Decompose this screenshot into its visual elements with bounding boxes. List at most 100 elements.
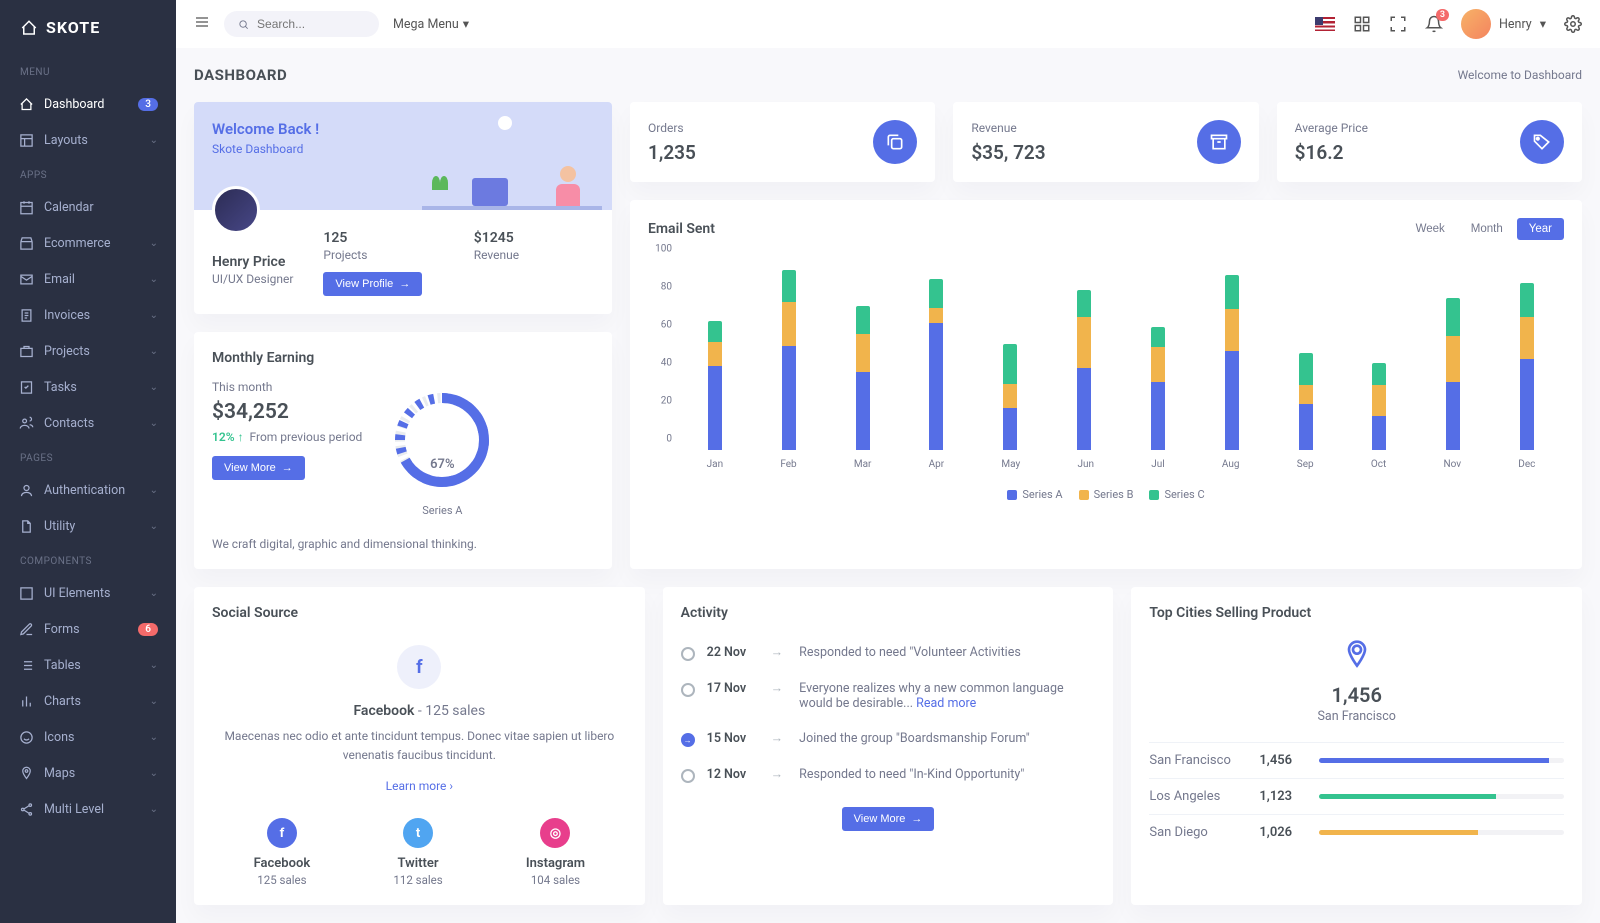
brand-text: SKOTE — [46, 18, 100, 37]
grid-apps-icon[interactable] — [1353, 15, 1371, 33]
sidebar-item-tables[interactable]: Tables⌄ — [0, 647, 176, 683]
timeline-dot-icon — [681, 683, 695, 697]
search-input[interactable] — [257, 17, 365, 31]
bar-segment — [929, 323, 943, 450]
bar-dec[interactable] — [1520, 283, 1534, 450]
box-icon — [18, 585, 34, 601]
share-icon — [18, 801, 34, 817]
arrow-right-icon: → — [911, 813, 922, 825]
home-icon — [18, 96, 34, 112]
chart-y-tick: 80 — [661, 282, 672, 293]
view-more-earning-button[interactable]: View More → — [212, 456, 305, 480]
bar-segment — [1151, 382, 1165, 450]
sidebar-item-invoices[interactable]: Invoices⌄ — [0, 297, 176, 333]
copy-icon — [873, 120, 917, 164]
twitter-icon: t — [403, 818, 433, 848]
view-more-activity-button[interactable]: View More → — [842, 807, 935, 831]
stat-card-revenue: Revenue$35, 723 — [953, 102, 1258, 182]
learn-more-link[interactable]: Learn more › — [386, 779, 453, 793]
notification-bell-icon[interactable]: 3 — [1425, 15, 1443, 33]
sidebar-item-icons[interactable]: Icons⌄ — [0, 719, 176, 755]
legend-swatch — [1149, 490, 1159, 500]
bar-segment — [1299, 353, 1313, 385]
sidebar-item-utility[interactable]: Utility⌄ — [0, 508, 176, 544]
sidebar-item-maps[interactable]: Maps⌄ — [0, 755, 176, 791]
sidebar-item-email[interactable]: Email⌄ — [0, 261, 176, 297]
bar-mar[interactable] — [856, 306, 870, 450]
bar-segment — [1225, 351, 1239, 450]
bar-oct[interactable] — [1372, 363, 1386, 450]
menu-toggle-icon[interactable] — [194, 14, 210, 34]
chart-x-tick: Sep — [1297, 459, 1314, 470]
layout-icon — [18, 132, 34, 148]
top-header: Mega Menu ▾ 3 Henry ▾ — [176, 0, 1600, 48]
pin-icon — [18, 765, 34, 781]
city-value: 1,026 — [1259, 825, 1319, 840]
sidebar-item-label: Ecommerce — [44, 236, 111, 251]
sidebar-item-authentication[interactable]: Authentication⌄ — [0, 472, 176, 508]
bar-nov[interactable] — [1446, 298, 1460, 450]
timeline-dot-icon — [681, 769, 695, 783]
sidebar-item-ui-elements[interactable]: UI Elements⌄ — [0, 575, 176, 611]
instagram-icon: ◎ — [540, 818, 570, 848]
activity-date: 12 Nov — [707, 767, 755, 782]
legend-item[interactable]: Series B — [1079, 488, 1134, 501]
email-bar-chart[interactable]: 020406080100 JanFebMarAprMayJunJulAugSep… — [648, 260, 1564, 480]
bar-jan[interactable] — [708, 321, 722, 450]
bar-jun[interactable] — [1077, 290, 1091, 450]
sidebar-item-forms[interactable]: Forms6 — [0, 611, 176, 647]
sidebar-item-projects[interactable]: Projects⌄ — [0, 333, 176, 369]
bar-segment — [1077, 317, 1091, 368]
bar-aug[interactable] — [1225, 275, 1239, 450]
task-icon — [18, 379, 34, 395]
legend-item[interactable]: Series A — [1007, 488, 1062, 501]
sidebar-item-label: Tasks — [44, 380, 77, 395]
mega-menu-dropdown[interactable]: Mega Menu ▾ — [393, 16, 469, 32]
brand-logo[interactable]: SKOTE — [0, 0, 176, 55]
sidebar-item-calendar[interactable]: Calendar — [0, 189, 176, 225]
bar-jul[interactable] — [1151, 327, 1165, 450]
social-mini-facebook[interactable]: fFacebook125 sales — [254, 818, 311, 887]
radial-series-label: Series A — [382, 504, 502, 517]
chart-x-tick: May — [1001, 459, 1020, 470]
activity-text: Joined the group "Boardsmanship Forum" — [799, 731, 1095, 746]
sidebar-item-contacts[interactable]: Contacts⌄ — [0, 405, 176, 441]
bar-segment — [1446, 382, 1460, 450]
chart-x-tick: Jul — [1151, 459, 1164, 470]
bar-segment — [856, 372, 870, 450]
top-city-name: San Francisco — [1149, 709, 1564, 724]
welcome-illustration — [422, 110, 602, 210]
sidebar-item-charts[interactable]: Charts⌄ — [0, 683, 176, 719]
language-flag-icon[interactable] — [1315, 17, 1335, 31]
time-toggle-week[interactable]: Week — [1404, 218, 1457, 240]
social-mini-twitter[interactable]: tTwitter112 sales — [393, 818, 442, 887]
stat-label: Orders — [648, 121, 696, 135]
search-icon — [238, 18, 249, 31]
bar-sep[interactable] — [1299, 353, 1313, 450]
time-toggle-year[interactable]: Year — [1517, 218, 1564, 240]
view-profile-button[interactable]: View Profile → — [323, 272, 422, 296]
social-mini-instagram[interactable]: ◎Instagram104 sales — [526, 818, 585, 887]
bar-apr[interactable] — [929, 279, 943, 450]
bar-may[interactable] — [1003, 344, 1017, 450]
settings-gear-icon[interactable] — [1564, 15, 1582, 33]
sidebar-item-multi-level[interactable]: Multi Level⌄ — [0, 791, 176, 827]
social-main-sales: 125 sales — [425, 703, 485, 719]
sidebar-item-layouts[interactable]: Layouts⌄ — [0, 122, 176, 158]
sidebar-item-label: Charts — [44, 694, 81, 709]
fullscreen-icon[interactable] — [1389, 15, 1407, 33]
bar-segment — [856, 334, 870, 372]
username: Henry — [1499, 17, 1532, 32]
sidebar-item-ecommerce[interactable]: Ecommerce⌄ — [0, 225, 176, 261]
revenue-count: $1245 — [474, 230, 594, 246]
bar-segment — [782, 346, 796, 451]
legend-item[interactable]: Series C — [1149, 488, 1204, 501]
bar-feb[interactable] — [782, 270, 796, 450]
read-more-link[interactable]: Read more — [916, 696, 976, 711]
sidebar-item-label: Email — [44, 272, 75, 287]
search-box[interactable] — [224, 11, 379, 37]
user-menu[interactable]: Henry ▾ — [1461, 9, 1546, 39]
sidebar-item-dashboard[interactable]: Dashboard3 — [0, 86, 176, 122]
time-toggle-month[interactable]: Month — [1459, 218, 1515, 240]
sidebar-item-tasks[interactable]: Tasks⌄ — [0, 369, 176, 405]
